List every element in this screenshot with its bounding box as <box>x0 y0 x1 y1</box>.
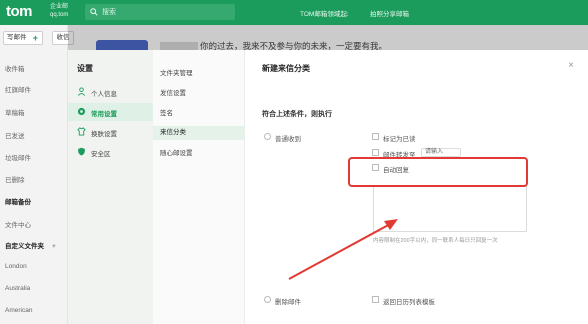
annotation-arrow <box>288 219 398 280</box>
